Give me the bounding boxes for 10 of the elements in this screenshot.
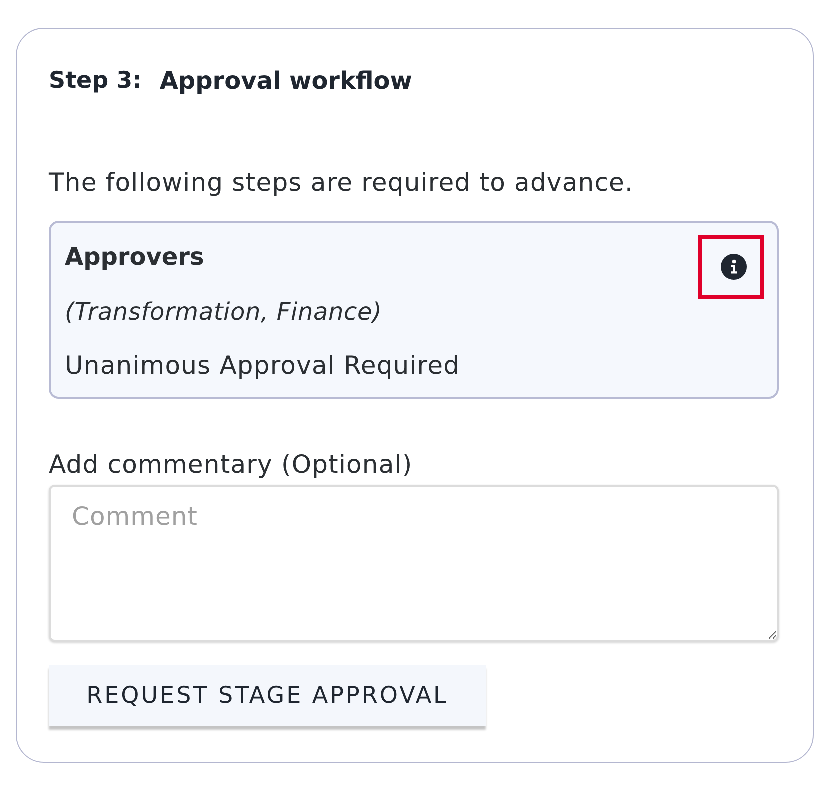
step-number: Step 3: [49,67,142,96]
commentary-label: Add commentary (Optional) [49,449,413,481]
info-icon[interactable] [721,254,747,280]
approvers-heading: Approvers [65,242,204,273]
request-approval-button[interactable]: REQUEST STAGE APPROVAL [49,665,486,726]
approver-groups: (Transformation, Finance) [65,296,382,328]
intro-text: The following steps are required to advance. [49,167,634,199]
approval-rule: Unanimous Approval Required [65,350,460,382]
step-title: Approval workflow [160,66,412,97]
comment-field[interactable]: Comment [49,485,779,642]
